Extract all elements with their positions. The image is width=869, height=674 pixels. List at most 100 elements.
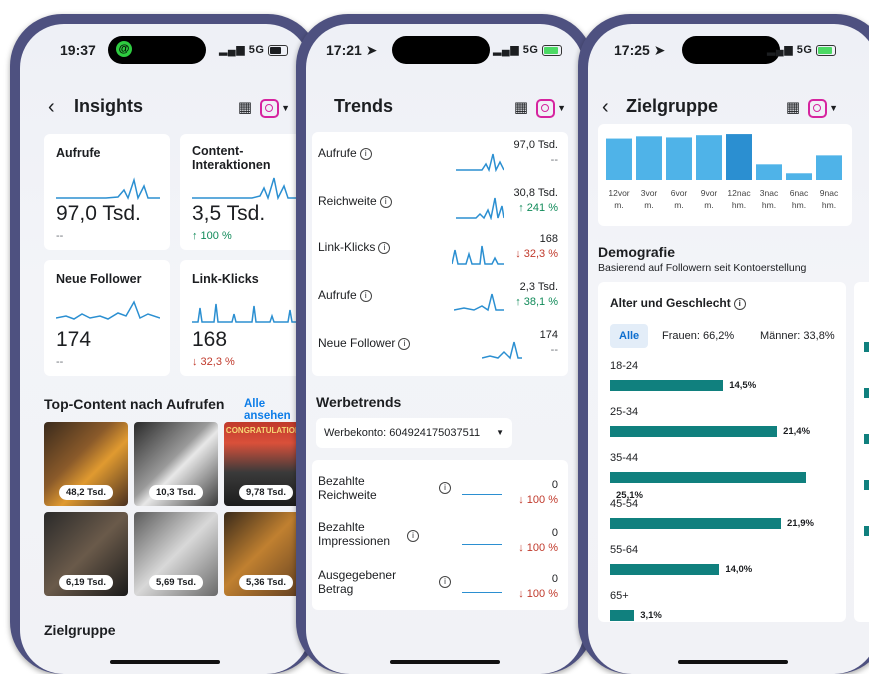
chevron-down-icon[interactable]: ▼ <box>829 103 838 113</box>
instagram-account-icon[interactable] <box>808 98 828 118</box>
time-text: 17:25 <box>614 42 650 58</box>
age-bar <box>610 472 806 484</box>
card-change: ↓ 32,3 % <box>192 356 235 368</box>
ad-value: 0 ↓ 100 % <box>518 526 558 556</box>
status-time: 19:37 <box>60 42 96 58</box>
audience-section-title: Zielgruppe <box>44 622 116 638</box>
trend-value: 174 -- <box>540 328 558 358</box>
views-sparkline <box>56 177 160 200</box>
hour-bar[interactable] <box>666 137 692 180</box>
age-gender-card: Alter und Geschlecht i Alle Frauen: 66,2%… <box>598 282 846 622</box>
phone-trends: 17:21 ➤ ▂▄▆ 5G Trends ▦ ▼ Aufrufe i 97,0 T… <box>296 14 594 674</box>
age-bar <box>610 610 635 622</box>
threads-icon: @ <box>116 41 132 57</box>
ad-row[interactable]: Ausgegebener Betrag i 0 ↓ 100 % <box>312 560 568 606</box>
trend-sparkline <box>454 293 504 312</box>
info-icon[interactable]: i <box>359 289 372 302</box>
peek-bar <box>864 388 869 398</box>
hour-bar[interactable] <box>636 136 662 180</box>
trend-row[interactable]: Neue Follower i 174 -- <box>312 324 568 370</box>
top-content-title: Top-Content nach Aufrufen <box>44 396 225 412</box>
hour-bar[interactable] <box>606 138 632 180</box>
age-gender-title: Alter und Geschlecht i <box>610 296 746 310</box>
calendar-icon[interactable]: ▦ <box>786 99 800 116</box>
page-title: Insights <box>74 96 144 116</box>
card-change: -- <box>56 230 64 242</box>
info-icon[interactable]: i <box>407 530 419 542</box>
calendar-icon[interactable]: ▦ <box>514 99 528 116</box>
tab-women[interactable]: Frauen: 66,2% <box>662 330 734 342</box>
home-indicator <box>678 660 788 664</box>
demographics-subtitle: Basierend auf Followern seit Kontoerstel… <box>598 262 807 274</box>
info-icon[interactable]: i <box>733 297 746 310</box>
content-thumbnail[interactable]: 6,19 Tsd. <box>44 512 128 596</box>
hour-bar[interactable] <box>786 173 812 180</box>
content-thumbnail[interactable]: 5,69 Tsd. <box>134 512 218 596</box>
hour-label: 6vor <box>671 188 688 198</box>
ad-value: 0 ↓ 100 % <box>518 478 558 508</box>
info-icon[interactable]: i <box>439 482 451 494</box>
battery-icon <box>268 44 288 56</box>
card-link-clicks[interactable]: Link-Klicks 168 ↓ 32,3 % <box>180 260 306 376</box>
ad-row[interactable]: Bezahlte Reichweite i 0 ↓ 100 % <box>312 464 568 510</box>
trend-row[interactable]: Link-Klicks i 168 ↓ 32,3 % <box>312 228 568 274</box>
views-badge: 48,2 Tsd. <box>59 485 113 500</box>
info-icon[interactable]: i <box>379 195 392 208</box>
trend-row[interactable]: Aufrufe i 2,3 Tsd. ↑ 38,1 % <box>312 276 568 322</box>
next-card-peek <box>854 282 869 622</box>
trend-label: Aufrufe i <box>318 288 372 302</box>
trend-change: ↑ 241 % <box>518 202 558 214</box>
trend-label-text: Aufrufe <box>318 288 357 302</box>
hour-label: 12nac <box>727 188 751 198</box>
trend-label-text: Reichweite <box>318 194 377 208</box>
tab-men[interactable]: Männer: 33,8% <box>760 330 835 342</box>
peek-bar <box>864 434 869 444</box>
ad-sparkline <box>462 592 502 593</box>
content-thumbnail[interactable]: 10,3 Tsd. <box>134 422 218 506</box>
card-views[interactable]: Aufrufe 97,0 Tsd. -- <box>44 134 170 250</box>
header-actions: ▦ ▼ <box>238 98 290 118</box>
age-row: 55-64 14,0% <box>610 544 836 579</box>
instagram-account-icon[interactable] <box>260 98 280 118</box>
views-badge: 5,36 Tsd. <box>239 575 293 590</box>
ad-label: Ausgegebener Betrag <box>318 568 397 596</box>
back-icon[interactable]: ‹ <box>602 96 609 119</box>
ad-value-text: 0 <box>551 527 558 539</box>
hour-bar[interactable] <box>756 164 782 180</box>
hour-bar[interactable] <box>726 134 752 180</box>
instagram-account-icon[interactable] <box>536 98 556 118</box>
tab-all[interactable]: Alle <box>610 324 649 348</box>
hour-bar[interactable] <box>816 155 842 180</box>
views-badge: 6,19 Tsd. <box>59 575 113 590</box>
content-thumbnail[interactable]: 48,2 Tsd. <box>44 422 128 506</box>
card-change: -- <box>56 356 64 368</box>
chevron-down-icon[interactable]: ▼ <box>281 103 290 113</box>
hour-bar[interactable] <box>696 135 722 180</box>
hour-label: 9vor <box>701 188 718 198</box>
peek-bar <box>864 480 869 490</box>
info-icon[interactable]: i <box>398 337 411 350</box>
ad-account-select[interactable]: Werbekonto: 604924175037511 ▼ <box>316 418 512 448</box>
calendar-icon[interactable]: ▦ <box>238 99 252 116</box>
trend-label: Link-Klicks i <box>318 240 391 254</box>
info-icon[interactable]: i <box>378 241 391 254</box>
trend-change: ↓ 32,3 % <box>515 248 558 260</box>
card-content-interactions[interactable]: Content-Interaktionen 3,5 Tsd. ↑ 100 % <box>180 134 306 250</box>
info-icon[interactable]: i <box>359 147 372 160</box>
ad-change: ↓ 100 % <box>518 588 558 600</box>
page-title: Trends <box>334 96 394 116</box>
age-row: 25-34 21,4% <box>610 406 836 441</box>
ad-row[interactable]: Bezahlte Impressionen i 0 ↓ 100 % <box>312 512 568 558</box>
trend-value-text: 97,0 Tsd. <box>513 139 558 151</box>
card-new-followers[interactable]: Neue Follower 174 -- <box>44 260 170 376</box>
ad-sparkline <box>462 544 502 545</box>
trend-row[interactable]: Reichweite i 30,8 Tsd. ↑ 241 % <box>312 182 568 228</box>
trend-change: -- <box>550 344 558 356</box>
active-hours-chart: 12vor m. 3vor m. 6vor m. 9vor m. 12nac hm. 3nac hm.… <box>606 134 842 210</box>
chevron-down-icon[interactable]: ▼ <box>557 103 566 113</box>
info-icon[interactable]: i <box>439 576 451 588</box>
age-label: 35-44 <box>610 452 639 464</box>
back-icon[interactable]: ‹ <box>48 96 55 119</box>
trend-sparkline <box>482 341 522 360</box>
trend-row[interactable]: Aufrufe i 97,0 Tsd. -- <box>312 134 568 180</box>
